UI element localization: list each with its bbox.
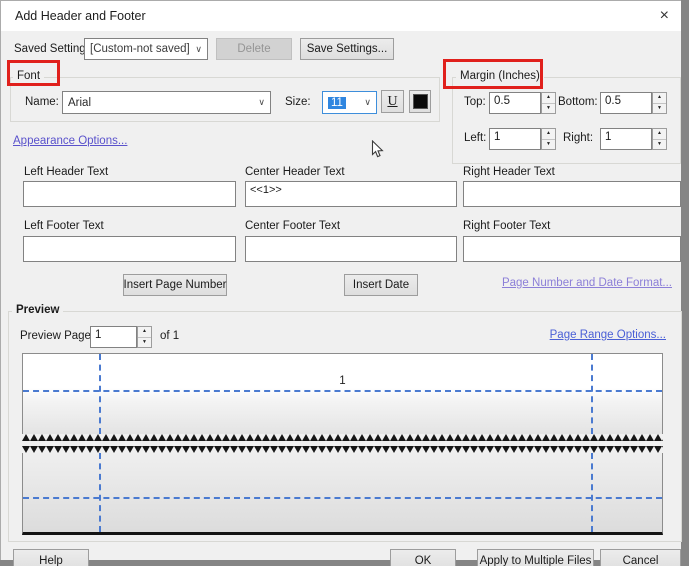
margin-top-spinner[interactable]: ▲ ▼: [541, 92, 556, 114]
left-margin-guide: [99, 453, 101, 532]
save-settings-button[interactable]: Save Settings...: [300, 38, 394, 60]
spinner-down-icon[interactable]: ▼: [653, 104, 666, 114]
preview-group-label: Preview: [12, 304, 63, 316]
close-icon[interactable]: ×: [660, 1, 669, 31]
margin-bottom-field[interactable]: 0.5: [600, 92, 652, 114]
page-range-options-link[interactable]: Page Range Options...: [550, 329, 666, 341]
right-header-field[interactable]: [463, 181, 681, 207]
appearance-options-link[interactable]: Appearance Options...: [13, 135, 127, 147]
insert-page-number-button[interactable]: Insert Page Number: [123, 274, 227, 296]
font-size-select[interactable]: 11 ∨: [322, 91, 377, 114]
dialog-titlebar: Add Header and Footer ×: [0, 0, 681, 31]
font-group-label: Font: [13, 70, 44, 82]
spinner-up-icon[interactable]: ▲: [138, 327, 151, 338]
spinner-up-icon[interactable]: ▲: [542, 93, 555, 104]
margin-right-label: Right:: [563, 132, 593, 144]
chevron-down-icon: ∨: [364, 98, 376, 107]
insert-date-button[interactable]: Insert Date: [344, 274, 418, 296]
margin-top-field[interactable]: 0.5: [489, 92, 541, 114]
center-footer-field[interactable]: [245, 236, 457, 262]
screen: Add Header and Footer × Saved Settings: …: [0, 0, 689, 566]
chevron-down-icon: ∨: [195, 45, 207, 54]
left-margin-guide: [99, 354, 101, 434]
margin-bottom-spinner[interactable]: ▲ ▼: [652, 92, 667, 114]
footer-margin-guide: [23, 497, 662, 499]
left-header-label: Left Header Text: [24, 166, 108, 178]
torn-edge-top: [22, 434, 663, 441]
margin-bottom-label: Bottom:: [558, 96, 598, 108]
page-number-date-format-link[interactable]: Page Number and Date Format...: [502, 277, 672, 289]
font-name-select[interactable]: Arial ∨: [62, 91, 271, 114]
center-header-label: Center Header Text: [245, 166, 345, 178]
margin-group-label: Margin (Inches): [456, 70, 544, 82]
font-size-value: 11: [328, 97, 346, 109]
right-header-label: Right Header Text: [463, 166, 555, 178]
spinner-down-icon[interactable]: ▼: [138, 338, 151, 348]
spinner-down-icon[interactable]: ▼: [542, 104, 555, 114]
saved-settings-value: [Custom-not saved]: [90, 43, 190, 55]
apply-to-multiple-files-button[interactable]: Apply to Multiple Files: [477, 549, 594, 566]
header-margin-guide: [23, 390, 662, 392]
right-footer-label: Right Footer Text: [463, 220, 550, 232]
left-footer-label: Left Footer Text: [24, 220, 104, 232]
spinner-down-icon[interactable]: ▼: [542, 140, 555, 150]
torn-edge-bottom: [22, 446, 663, 453]
spinner-down-icon[interactable]: ▼: [653, 140, 666, 150]
margin-left-label: Left:: [464, 132, 486, 144]
right-margin-guide: [591, 453, 593, 532]
center-footer-label: Center Footer Text: [245, 220, 340, 232]
margin-right-spinner[interactable]: ▲ ▼: [652, 128, 667, 150]
font-name-value: Arial: [68, 97, 91, 109]
margin-top-label: Top:: [464, 96, 486, 108]
spinner-up-icon[interactable]: ▲: [653, 129, 666, 140]
margin-group: [452, 77, 681, 164]
delete-button[interactable]: Delete: [216, 38, 292, 60]
left-footer-field[interactable]: [23, 236, 236, 262]
margin-right-field[interactable]: 1: [600, 128, 652, 150]
color-swatch-icon: [413, 94, 428, 109]
preview-page-count-label: of 1: [160, 330, 179, 342]
preview-page-number: 1: [23, 375, 662, 387]
preview-page-field[interactable]: 1: [90, 326, 137, 348]
help-button[interactable]: Help: [13, 549, 89, 566]
ok-button[interactable]: OK: [390, 549, 456, 566]
dialog-title: Add Header and Footer: [15, 1, 146, 31]
right-margin-guide: [591, 354, 593, 434]
preview-footer-strip: [22, 453, 663, 535]
center-header-field[interactable]: <<1>>: [245, 181, 457, 207]
spinner-up-icon[interactable]: ▲: [542, 129, 555, 140]
underline-button[interactable]: U: [381, 90, 404, 113]
preview-page-spinner[interactable]: ▲ ▼: [137, 326, 152, 348]
font-size-label: Size:: [285, 96, 311, 108]
saved-settings-label: Saved Settings:: [14, 43, 95, 55]
right-footer-field[interactable]: [463, 236, 681, 262]
font-name-label: Name:: [25, 96, 59, 108]
font-color-button[interactable]: [409, 90, 431, 113]
spinner-up-icon[interactable]: ▲: [653, 93, 666, 104]
preview-header-strip: 1: [22, 353, 663, 434]
left-header-field[interactable]: [23, 181, 236, 207]
chevron-down-icon: ∨: [258, 98, 270, 107]
margin-left-spinner[interactable]: ▲ ▼: [541, 128, 556, 150]
saved-settings-select[interactable]: [Custom-not saved] ∨: [84, 38, 208, 60]
margin-left-field[interactable]: 1: [489, 128, 541, 150]
preview-page-label: Preview Page: [20, 330, 91, 342]
cancel-button[interactable]: Cancel: [600, 549, 681, 566]
